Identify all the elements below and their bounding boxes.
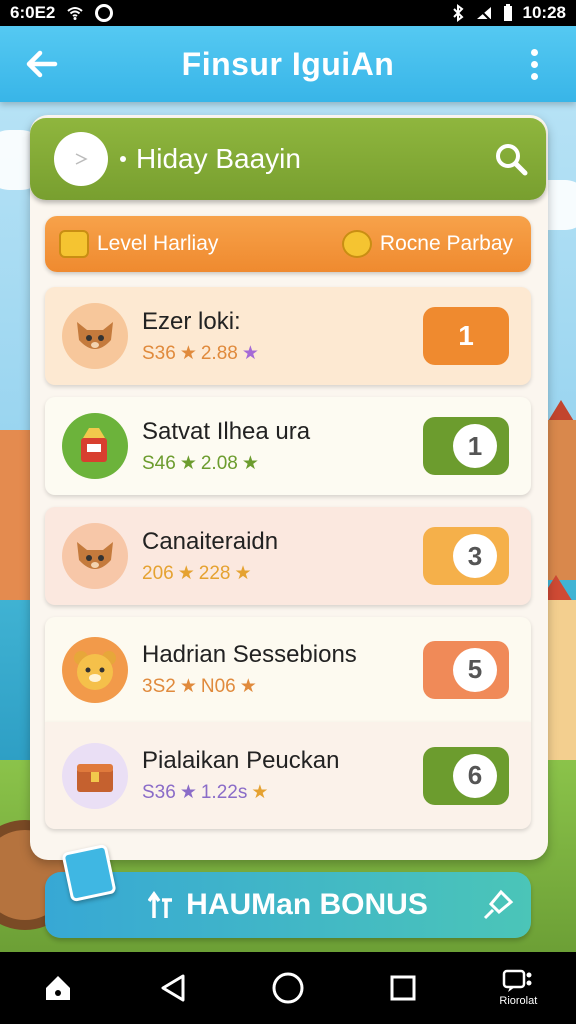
home-icon	[45, 976, 70, 1000]
bonus-label: HAUMan BONUS	[186, 888, 428, 921]
star-icon: ★	[179, 782, 197, 803]
search-button[interactable]	[476, 124, 546, 194]
rank-value: 1	[453, 424, 497, 468]
back-button[interactable]	[0, 26, 84, 102]
filter-rocne-label: Rocne Parbay	[379, 232, 513, 255]
item-name: Canaiteraidn	[142, 527, 279, 555]
status-left-text: 6:0E2	[10, 3, 56, 22]
rank-button[interactable]: 5	[423, 640, 509, 699]
square-recents-icon	[390, 975, 416, 1001]
page-title: Finsur IguiAn	[181, 45, 395, 82]
more-options-button[interactable]	[492, 26, 576, 102]
list-item[interactable]: Pialaikan Peuckan S36 ★ 1.22s ★ 6	[45, 722, 531, 829]
notification-icon	[95, 4, 114, 22]
upload-icon	[148, 890, 173, 918]
item-meta-value: 206	[142, 562, 174, 584]
item-meta-value: 3S2	[142, 676, 176, 697]
rank-value: 1	[458, 320, 474, 351]
search-input[interactable]: Hiday Baayin	[136, 143, 476, 175]
item-rating: N06	[200, 676, 236, 697]
wifi-icon	[67, 7, 84, 20]
star-icon: ★	[239, 676, 257, 697]
avatar[interactable]	[54, 132, 108, 186]
rank-button[interactable]: 1	[423, 417, 509, 475]
circle-home-icon	[272, 972, 304, 1004]
list-item[interactable]: Hadrian Sessebions 3S2 ★ N06 ★ 5	[45, 617, 531, 722]
coin-stack-icon	[341, 230, 372, 258]
star-icon: ★	[179, 342, 197, 364]
arrow-left-icon	[26, 50, 58, 78]
item-rating: 2.88	[200, 342, 238, 364]
triangle-back-icon	[161, 974, 185, 1002]
list-item[interactable]: Satvat Ilhea ura S46 ★ 2.08 ★ 1	[45, 397, 531, 495]
signal-off-icon	[476, 7, 491, 21]
filter-level[interactable]: Level Harliay	[59, 230, 218, 258]
rank-value: 6	[453, 753, 497, 798]
list-item[interactable]: Ezer loki: S36 ★ 2.88 ★ 1	[45, 287, 531, 385]
star-icon: ★	[241, 452, 259, 474]
nav-recents-button[interactable]	[368, 952, 438, 1024]
status-bar: 6:0E2 10:28	[0, 0, 576, 26]
item-rating: 2.08	[200, 452, 238, 474]
rank-button[interactable]: 1	[423, 307, 509, 365]
item-meta-value: S36	[142, 342, 176, 364]
chest-icon	[62, 742, 128, 809]
bear-icon	[62, 636, 128, 703]
search-bar: Hiday Baayin	[30, 118, 546, 200]
item-name: Hadrian Sessebions	[142, 641, 357, 668]
gift-icon	[61, 843, 117, 903]
battery-icon	[503, 4, 512, 21]
assistant-icon	[503, 969, 532, 992]
nav-home-circle-button[interactable]	[253, 952, 323, 1024]
item-name: Pialaikan Peuckan	[142, 747, 340, 774]
filter-level-label: Level Harliay	[97, 232, 219, 255]
bluetooth-icon	[452, 4, 464, 22]
rank-value: 5	[453, 647, 497, 692]
paint-bucket-icon	[62, 413, 128, 479]
item-name: Ezer loki:	[142, 307, 241, 335]
chevron-icon	[75, 153, 88, 165]
item-rating: 1.22s	[200, 782, 248, 803]
star-icon: ★	[251, 782, 269, 803]
star-icon: ★	[179, 676, 197, 697]
treasure-icon	[59, 230, 89, 258]
pin-icon[interactable]	[479, 886, 517, 924]
item-meta: S46 ★ 2.08 ★	[142, 452, 423, 475]
item-name: Satvat Ilhea ura	[142, 417, 311, 445]
rank-value: 3	[453, 534, 497, 578]
item-meta: 206 ★ 228 ★	[142, 562, 423, 585]
star-icon: ★	[179, 452, 197, 474]
star-icon: ★	[234, 562, 252, 584]
star-icon: ★	[177, 562, 195, 584]
fox-icon	[62, 523, 128, 589]
navigation-bar: Riorolat	[0, 952, 576, 1024]
item-meta: S36 ★ 1.22s ★	[142, 781, 423, 804]
nav-assistant-label: Riorolat	[499, 995, 538, 1007]
rank-button[interactable]: 6	[423, 746, 509, 805]
clock: 10:28	[522, 3, 566, 22]
item-meta: 3S2 ★ N06 ★	[142, 675, 423, 698]
filter-rocne[interactable]: Rocne Parbay	[341, 230, 513, 258]
nav-back-button[interactable]	[138, 952, 208, 1024]
separator-dot	[120, 156, 126, 162]
rank-button[interactable]: 3	[423, 527, 509, 585]
nav-assistant-button[interactable]: Riorolat	[483, 952, 553, 1024]
search-icon	[496, 144, 528, 176]
item-meta: S36 ★ 2.88 ★	[142, 342, 423, 365]
nav-home-button[interactable]	[23, 952, 93, 1024]
app-bar: Finsur IguiAn	[0, 26, 576, 102]
item-meta-value: S46	[142, 452, 176, 474]
list-item[interactable]: Canaiteraidn 206 ★ 228 ★ 3	[45, 507, 531, 605]
item-meta-value: S36	[142, 782, 176, 803]
item-rating: 228	[198, 562, 231, 584]
fox-icon	[62, 303, 128, 369]
star-icon: ★	[241, 342, 259, 364]
bonus-button[interactable]: HAUMan BONUS	[45, 872, 531, 938]
filter-bar: Level Harliay Rocne Parbay	[45, 216, 531, 272]
